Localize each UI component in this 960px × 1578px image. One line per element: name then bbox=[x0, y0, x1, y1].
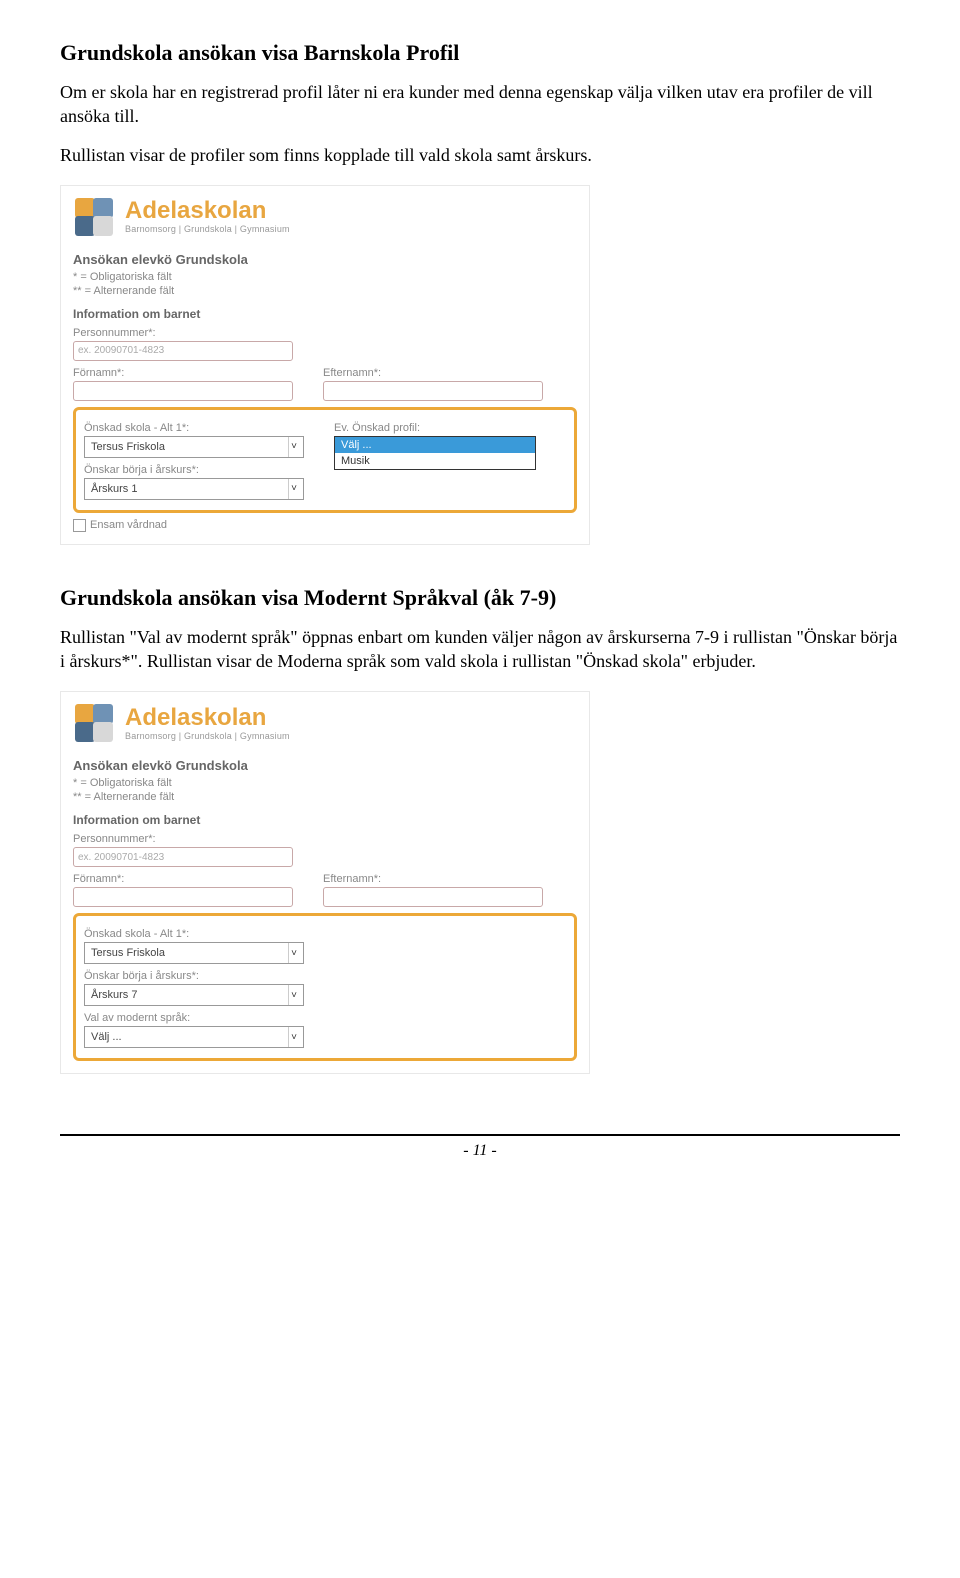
section1-p2: Rullistan visar de profiler som finns ko… bbox=[60, 143, 900, 167]
arskurs-select[interactable]: Årskurs 1 ˅ bbox=[84, 478, 304, 500]
fornamn-input[interactable] bbox=[73, 381, 293, 401]
onskad-skola-select[interactable]: Tersus Friskola ˅ bbox=[84, 436, 304, 458]
highlight-box-1: Önskad skola - Alt 1*: Tersus Friskola ˅… bbox=[73, 407, 577, 513]
personnummer-placeholder: ex. 20090701-4823 bbox=[78, 345, 164, 356]
form-subheading: Information om barnet bbox=[73, 307, 577, 321]
sprak-select[interactable]: Välj ... ˅ bbox=[84, 1026, 304, 1048]
section1-p1: Om er skola har en registrerad profil lå… bbox=[60, 80, 900, 129]
screenshot-1: Adelaskolan Barnomsorg | Grundskola | Gy… bbox=[60, 185, 590, 545]
fornamn-label: Förnamn*: bbox=[73, 367, 293, 379]
ensam-vardnad-label: Ensam vårdnad bbox=[90, 519, 167, 531]
profil-option-valj[interactable]: Välj ... bbox=[335, 437, 535, 453]
logo: Adelaskolan Barnomsorg | Grundskola | Gy… bbox=[73, 196, 577, 238]
logo-puzzle-icon bbox=[73, 196, 115, 238]
arskurs-value: Årskurs 1 bbox=[91, 483, 137, 495]
arskurs-select[interactable]: Årskurs 7 ˅ bbox=[84, 984, 304, 1006]
logo: Adelaskolan Barnomsorg | Grundskola | Gy… bbox=[73, 702, 577, 744]
form-note-alternating: ** = Alternerande fält bbox=[73, 285, 577, 297]
arskurs-label: Önskar börja i årskurs*: bbox=[84, 970, 566, 982]
efternamn-input[interactable] bbox=[323, 381, 543, 401]
logo-subtitle: Barnomsorg | Grundskola | Gymnasium bbox=[125, 732, 290, 741]
profil-option-musik[interactable]: Musik bbox=[335, 453, 535, 469]
form-note-alternating: ** = Alternerande fält bbox=[73, 791, 577, 803]
form-title: Ansökan elevkö Grundskola bbox=[73, 758, 577, 773]
arskurs-label: Önskar börja i årskurs*: bbox=[84, 464, 304, 476]
onskad-skola-label: Önskad skola - Alt 1*: bbox=[84, 422, 304, 434]
personnummer-placeholder: ex. 20090701-4823 bbox=[78, 852, 164, 863]
profil-listbox[interactable]: Välj ... Musik bbox=[334, 436, 536, 470]
form-note-required: * = Obligatoriska fält bbox=[73, 271, 577, 283]
section2-title: Grundskola ansökan visa Modernt Språkval… bbox=[60, 585, 900, 611]
form-note-required: * = Obligatoriska fält bbox=[73, 777, 577, 789]
logo-subtitle: Barnomsorg | Grundskola | Gymnasium bbox=[125, 225, 290, 234]
personnummer-input[interactable]: ex. 20090701-4823 bbox=[73, 341, 293, 361]
arskurs-value: Årskurs 7 bbox=[91, 989, 137, 1001]
highlight-box-2: Önskad skola - Alt 1*: Tersus Friskola ˅… bbox=[73, 913, 577, 1061]
form-subheading: Information om barnet bbox=[73, 813, 577, 827]
efternamn-label: Efternamn*: bbox=[323, 367, 543, 379]
logo-puzzle-icon bbox=[73, 702, 115, 744]
ensam-vardnad-checkbox[interactable] bbox=[73, 519, 86, 532]
onskad-skola-label: Önskad skola - Alt 1*: bbox=[84, 928, 566, 940]
page-number: - 11 - bbox=[60, 1142, 900, 1160]
efternamn-input[interactable] bbox=[323, 887, 543, 907]
chevron-down-icon: ˅ bbox=[288, 943, 299, 963]
profil-label: Ev. Önskad profil: bbox=[334, 422, 536, 434]
section2-p1: Rullistan "Val av modernt språk" öppnas … bbox=[60, 625, 900, 674]
screenshot-2: Adelaskolan Barnomsorg | Grundskola | Gy… bbox=[60, 691, 590, 1074]
logo-name: Adelaskolan bbox=[125, 706, 290, 730]
personnummer-input[interactable]: ex. 20090701-4823 bbox=[73, 847, 293, 867]
chevron-down-icon: ˅ bbox=[288, 479, 299, 499]
sprak-value: Välj ... bbox=[91, 1031, 122, 1043]
chevron-down-icon: ˅ bbox=[288, 437, 299, 457]
ensam-vardnad-row[interactable]: Ensam vårdnad bbox=[73, 519, 577, 532]
fornamn-label: Förnamn*: bbox=[73, 873, 293, 885]
fornamn-input[interactable] bbox=[73, 887, 293, 907]
sprak-label: Val av modernt språk: bbox=[84, 1012, 566, 1024]
section1-title: Grundskola ansökan visa Barnskola Profil bbox=[60, 40, 900, 66]
personnummer-label: Personnummer*: bbox=[73, 327, 577, 339]
efternamn-label: Efternamn*: bbox=[323, 873, 543, 885]
logo-name: Adelaskolan bbox=[125, 199, 290, 223]
footer-rule bbox=[60, 1134, 900, 1136]
chevron-down-icon: ˅ bbox=[288, 985, 299, 1005]
chevron-down-icon: ˅ bbox=[288, 1027, 299, 1047]
onskad-skola-select[interactable]: Tersus Friskola ˅ bbox=[84, 942, 304, 964]
onskad-skola-value: Tersus Friskola bbox=[91, 441, 165, 453]
onskad-skola-value: Tersus Friskola bbox=[91, 947, 165, 959]
personnummer-label: Personnummer*: bbox=[73, 833, 577, 845]
form-title: Ansökan elevkö Grundskola bbox=[73, 252, 577, 267]
